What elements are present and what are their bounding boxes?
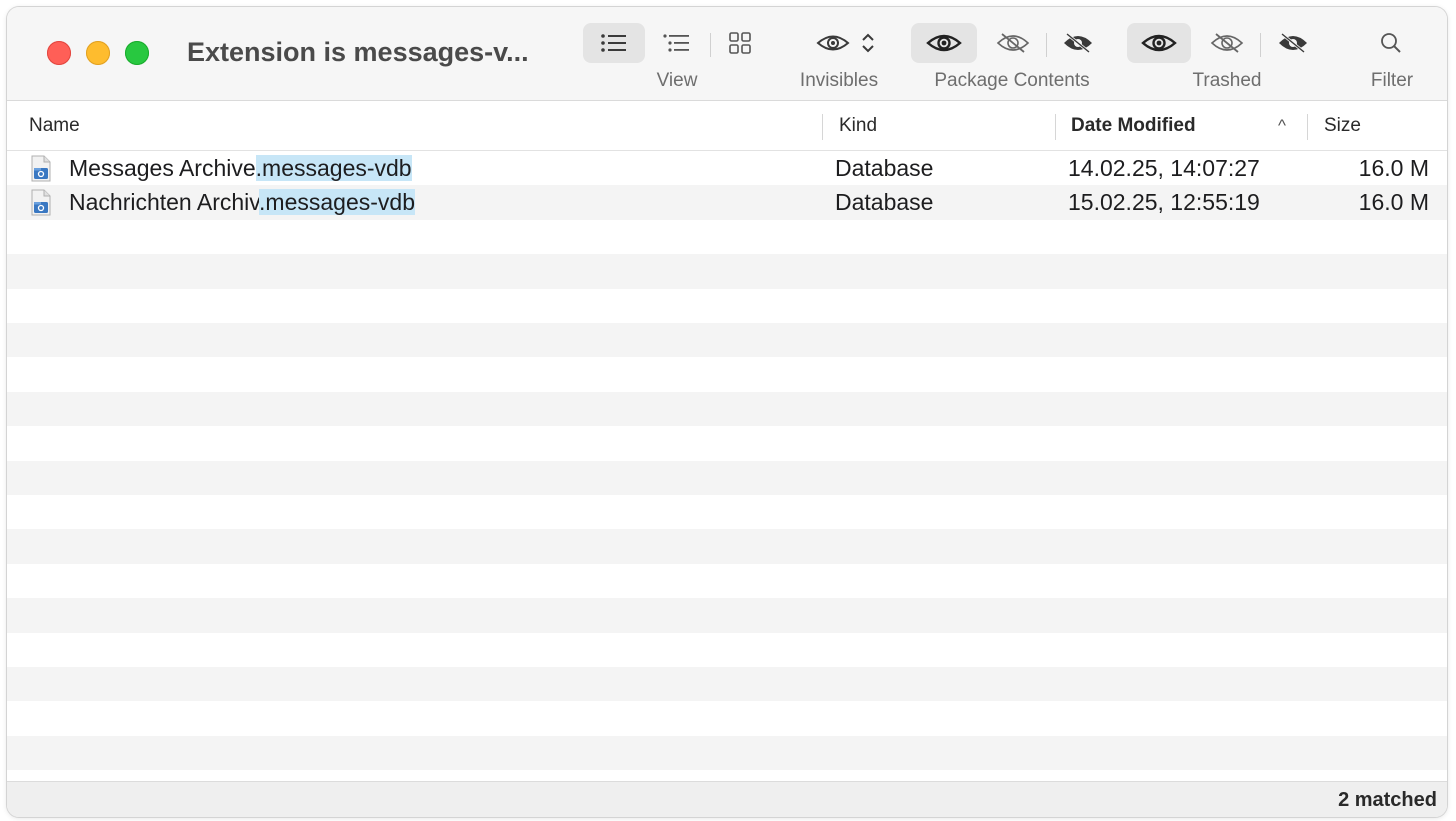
column-header-date-modified[interactable]: Date Modified: [1071, 101, 1196, 150]
empty-row: [7, 289, 1447, 323]
file-size: 16.0 M: [1358, 155, 1429, 181]
empty-row: [7, 667, 1447, 702]
eye-icon: [925, 31, 963, 55]
eye-slash-icon: [1209, 31, 1245, 55]
search-match-highlight: .messages-vdb: [259, 189, 416, 216]
close-button[interactable]: [47, 41, 71, 65]
eye-icon: [815, 32, 851, 54]
empty-row: [7, 495, 1447, 529]
outline-view-icon: [662, 32, 692, 54]
empty-row: [7, 735, 1447, 771]
view-label: View: [656, 70, 698, 91]
package-contents-label: Package Contents: [934, 70, 1090, 91]
trashed-label: Trashed: [1192, 70, 1262, 91]
window-title: Extension is messages-v...: [187, 37, 529, 67]
filter-label: Filter: [1370, 70, 1414, 91]
file-kind: Database: [835, 189, 934, 216]
up-down-chevron-icon: [861, 32, 875, 54]
empty-row: [7, 701, 1447, 735]
invisibles-popup-button[interactable]: [802, 23, 888, 63]
database-file-icon: [30, 155, 52, 182]
package-contents-only-hidden-button[interactable]: [1050, 23, 1106, 63]
file-size: 16.0 M: [1358, 189, 1429, 216]
empty-row: [7, 220, 1447, 254]
filter-button[interactable]: [1365, 23, 1417, 63]
magnifier-icon: [1379, 31, 1403, 55]
file-name: Nachrichten Archiv.messages-vdb: [69, 189, 416, 216]
eye-slash-filled-icon: [1061, 31, 1095, 55]
file-date-modified: 14.02.25, 14:07:27: [1068, 155, 1260, 181]
search-match-highlight: .messages-vdb: [255, 155, 412, 181]
empty-row: [7, 564, 1447, 598]
grid-view-button[interactable]: [715, 23, 765, 63]
package-contents-show-button[interactable]: [911, 23, 977, 63]
trashed-show-button[interactable]: [1127, 23, 1191, 63]
empty-row: [7, 529, 1447, 564]
match-count: 2 matched: [1338, 789, 1437, 811]
empty-row: [7, 391, 1447, 427]
database-file-icon: [30, 189, 52, 216]
list-view-icon: [599, 32, 629, 54]
file-name: Messages Archive.messages-vdb: [69, 155, 412, 181]
eye-slash-filled-icon: [1276, 31, 1310, 55]
zoom-button[interactable]: [125, 41, 149, 65]
column-header-name[interactable]: Name: [29, 101, 80, 150]
package-contents-hide-button[interactable]: [982, 23, 1044, 63]
finder-window: Extension is messages-v... View Invisibl…: [7, 7, 1447, 817]
eye-icon: [1140, 31, 1178, 55]
empty-row: [7, 357, 1447, 391]
sort-ascending-indicator: ^: [1278, 116, 1286, 135]
status-bar: 2 matched: [7, 781, 1447, 817]
empty-row: [7, 323, 1447, 358]
grid-view-icon: [728, 31, 752, 55]
file-list: Messages Archive.messages-vdb Database 1…: [7, 151, 1447, 781]
empty-row: [7, 460, 1447, 495]
outline-view-button[interactable]: [647, 23, 707, 63]
empty-row: [7, 633, 1447, 667]
column-header-kind[interactable]: Kind: [839, 101, 877, 150]
toolbar: Extension is messages-v... View Invisibl…: [7, 7, 1447, 101]
table-row[interactable]: Nachrichten Archiv.messages-vdb Database…: [7, 185, 1447, 220]
invisibles-label: Invisibles: [799, 70, 879, 91]
empty-row: [7, 426, 1447, 460]
eye-slash-icon: [995, 31, 1031, 55]
trashed-hide-button[interactable]: [1197, 23, 1257, 63]
empty-row: [7, 598, 1447, 633]
file-kind: Database: [835, 155, 934, 181]
column-header-bar: Name Kind Date Modified ^ Size: [7, 101, 1447, 151]
table-row[interactable]: Messages Archive.messages-vdb Database 1…: [7, 151, 1447, 185]
empty-row: [7, 254, 1447, 289]
list-view-button[interactable]: [583, 23, 645, 63]
empty-row: [7, 770, 1447, 781]
column-header-size[interactable]: Size: [1324, 101, 1361, 150]
minimize-button[interactable]: [86, 41, 110, 65]
file-date-modified: 15.02.25, 12:55:19: [1068, 189, 1260, 216]
trashed-only-button[interactable]: [1265, 23, 1321, 63]
